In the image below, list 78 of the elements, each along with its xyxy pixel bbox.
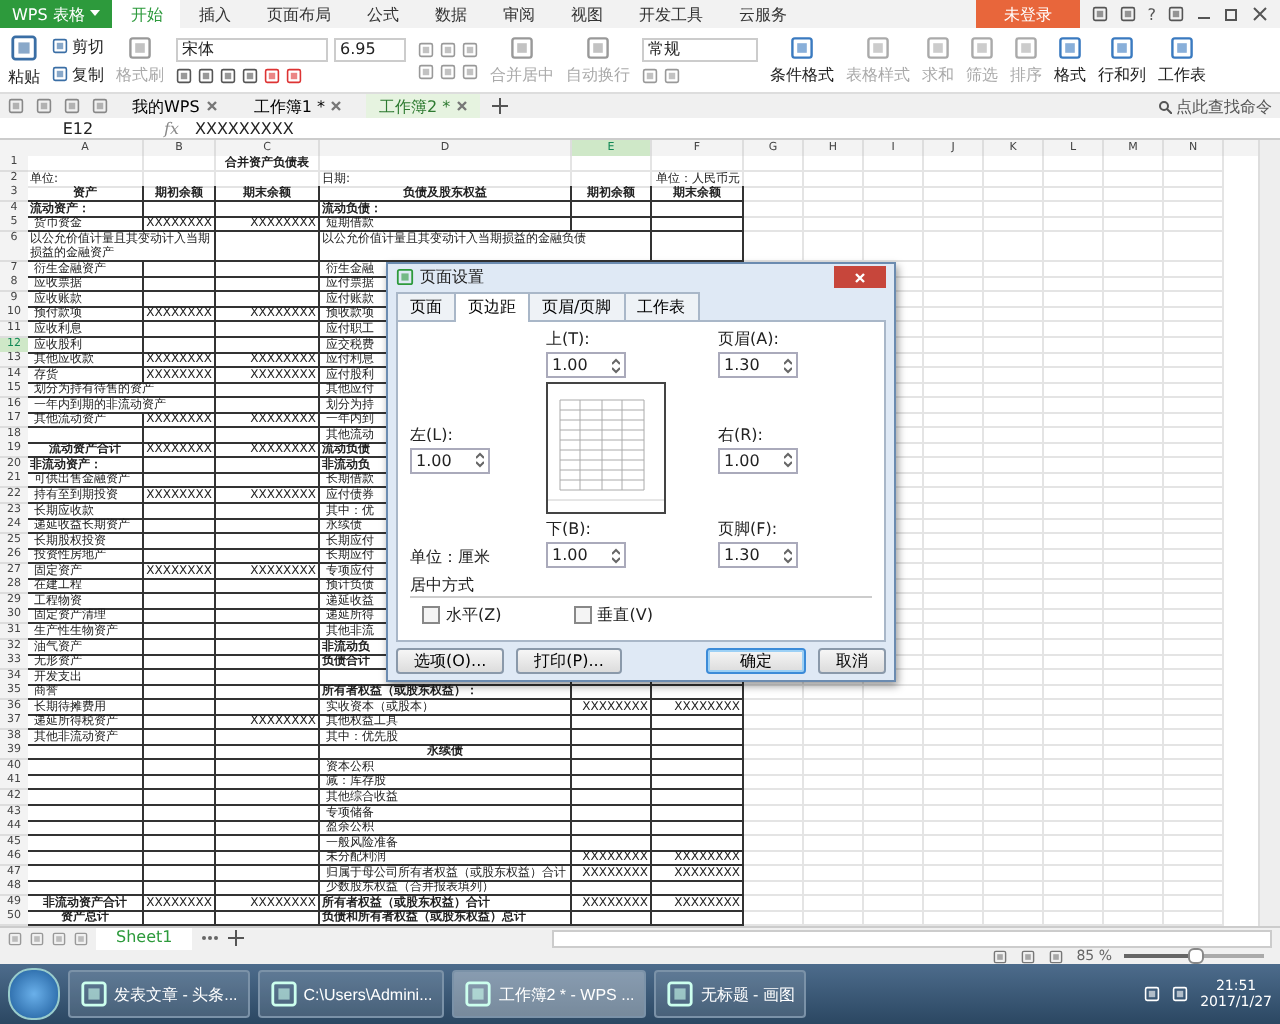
close-button[interactable] <box>834 266 886 288</box>
taskbar-item[interactable]: C:\Users\Admini... <box>257 970 445 1018</box>
help-button[interactable]: ? <box>1147 5 1156 23</box>
spinner-icon[interactable] <box>476 452 484 468</box>
spinner-icon[interactable] <box>612 357 620 373</box>
checkbox[interactable] <box>422 606 440 624</box>
checkbox[interactable] <box>573 606 592 624</box>
margin-label: 左(L): <box>410 423 455 445</box>
margin-field[interactable]: 1.30 <box>718 542 798 568</box>
unit-label: 单位：厘米 <box>410 546 492 568</box>
paste-button[interactable]: 粘贴 <box>8 33 40 87</box>
dialog-button[interactable]: 打印(P)... <box>516 648 622 674</box>
ribbon-tool-button[interactable]: 工作表 <box>1158 35 1206 85</box>
ribbon-tab[interactable]: 开始 <box>112 0 181 28</box>
dialog-button[interactable]: 选项(O)... <box>396 648 505 674</box>
add-sheet-icon[interactable] <box>228 930 245 946</box>
more-icon[interactable] <box>200 934 221 942</box>
search-icon <box>1158 99 1172 113</box>
margin-field[interactable]: 1.00 <box>546 352 626 378</box>
cell-reference-field[interactable]: E12 <box>8 119 148 137</box>
dialog-tab[interactable]: 页面 <box>396 292 456 320</box>
ribbon-tab[interactable]: 插入 <box>180 0 249 28</box>
document-tab[interactable]: 工作簿1 * <box>241 94 355 118</box>
document-tab[interactable]: 我的WPS <box>120 94 230 118</box>
font-field[interactable]: 宋体 <box>176 37 328 61</box>
dialog-button[interactable]: 取消 <box>818 648 886 674</box>
ribbon-tab[interactable]: 页面布局 <box>248 0 349 28</box>
checkbox-label[interactable]: 水平(Z) <box>446 604 502 626</box>
start-button[interactable] <box>8 968 60 1020</box>
document-tab[interactable]: 工作簿2 * <box>366 94 481 118</box>
group-label: 居中方式 <box>410 574 872 598</box>
dialog-tab[interactable]: 页边距 <box>454 292 530 322</box>
close-icon[interactable] <box>1252 6 1268 22</box>
margin-label: 页脚(F): <box>718 518 780 540</box>
dialog-button[interactable]: 确定 <box>706 648 806 674</box>
close-icon[interactable] <box>456 100 469 112</box>
add-tab-icon[interactable] <box>492 98 509 114</box>
margin-field[interactable]: 1.00 <box>546 542 626 568</box>
dialog-tab[interactable]: 页眉/页脚 <box>528 292 626 320</box>
restore-icon[interactable] <box>1224 6 1240 22</box>
ribbon-tab[interactable]: 云服务 <box>720 0 805 28</box>
spinner-icon[interactable] <box>784 357 792 373</box>
margin-label: 右(R): <box>718 423 765 445</box>
margin-field[interactable]: 1.00 <box>718 447 798 473</box>
copy-button[interactable]: 复制 <box>52 63 104 85</box>
taskbar-item[interactable]: 无标题 - 画图 <box>654 970 807 1018</box>
number-format-field[interactable]: 常规 <box>642 37 758 61</box>
caret-icon <box>90 10 101 18</box>
vertical-scrollbar[interactable] <box>1258 140 1280 926</box>
page-preview-drawing <box>546 382 666 514</box>
spinner-icon[interactable] <box>784 547 792 563</box>
formula-field[interactable]: XXXXXXXXX <box>194 119 294 137</box>
close-icon[interactable] <box>205 100 218 112</box>
font-size-field[interactable]: 6.95 <box>334 37 406 61</box>
spinner-icon[interactable] <box>612 547 620 563</box>
close-icon[interactable] <box>330 100 343 112</box>
ribbon-tool-button[interactable]: 行和列 <box>1098 35 1146 85</box>
margin-field[interactable]: 1.00 <box>410 447 490 473</box>
ribbon-tab[interactable]: 数据 <box>416 0 485 28</box>
horizontal-scrollbar[interactable] <box>552 929 1272 947</box>
ribbon-tool-button[interactable]: 格式 <box>1054 35 1086 85</box>
ribbon-tab[interactable]: 视图 <box>552 0 621 28</box>
function-button[interactable]: fx <box>164 119 179 137</box>
ribbon-tab[interactable]: 公式 <box>348 0 417 28</box>
ribbon-tab[interactable]: 开发工具 <box>620 0 721 28</box>
dialog-tab[interactable]: 工作表 <box>623 292 700 320</box>
slider-thumb[interactable] <box>1188 948 1204 964</box>
cut-button[interactable]: 剪切 <box>52 35 104 57</box>
margin-field[interactable]: 1.30 <box>718 352 798 378</box>
spinner-icon[interactable] <box>784 452 792 468</box>
sheet-tab[interactable]: Sheet1 <box>96 927 193 949</box>
command-search-field[interactable]: 点此查找命令 <box>1158 95 1272 117</box>
ribbon-tool-button[interactable]: 条件格式 <box>770 35 834 85</box>
checkbox-label[interactable]: 垂直(V) <box>597 604 653 626</box>
margin-label: 页眉(A): <box>718 328 781 350</box>
app-menu-button[interactable]: WPS 表格 <box>0 0 113 28</box>
ribbon-tab[interactable]: 审阅 <box>484 0 553 28</box>
taskbar-item[interactable]: 发表文章 - 头条... <box>68 970 250 1018</box>
